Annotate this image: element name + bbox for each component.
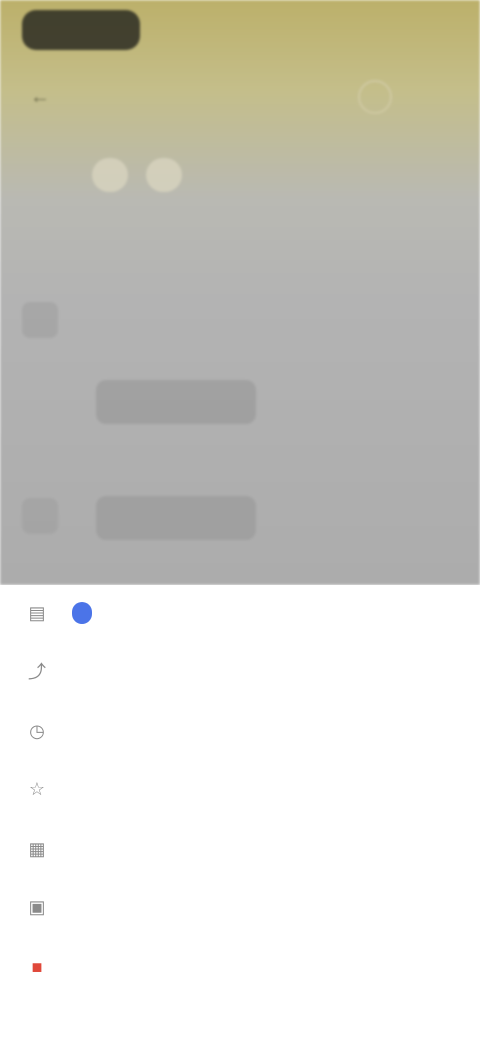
menu-item-delete[interactable]: ■ — [0, 943, 480, 991]
filter-chip[interactable] — [92, 158, 128, 192]
list-item[interactable] — [0, 380, 480, 424]
back-arrow-icon[interactable]: ← — [30, 86, 56, 108]
search-icon[interactable] — [358, 80, 392, 114]
status-pill — [22, 10, 140, 50]
menu-item-history[interactable]: ◷ — [0, 707, 480, 755]
star-icon: ☆ — [28, 778, 46, 799]
filter-chip[interactable] — [146, 158, 182, 192]
pin-icon: ⤴ — [28, 662, 46, 682]
folder-icon: ▣ — [28, 896, 46, 917]
bottom-sheet: ▤ ⤴ ◷ ☆ ▦ ▣ ■ — [0, 585, 480, 1040]
filter-chips — [92, 158, 440, 192]
trash-icon: ■ — [31, 956, 43, 977]
menu-item-details[interactable]: ▤ — [0, 589, 480, 637]
clock-icon: ◷ — [29, 720, 45, 741]
background-screen: ← — [0, 0, 480, 585]
list-item[interactable] — [0, 300, 480, 340]
avatar — [22, 498, 58, 534]
menu-item-folder[interactable]: ▣ — [0, 883, 480, 931]
menu-item-favorite[interactable]: ☆ — [0, 765, 480, 813]
list-item[interactable] — [0, 496, 480, 540]
menu-label-wrap — [62, 602, 92, 624]
menu-item-pin[interactable]: ⤴ — [0, 647, 480, 695]
avatar — [22, 302, 58, 338]
image-icon: ▦ — [28, 838, 46, 859]
message-bubble — [96, 496, 256, 540]
doc-icon: ▤ — [28, 602, 46, 623]
new-badge — [72, 602, 92, 624]
message-bubble — [96, 380, 256, 424]
menu-item-media[interactable]: ▦ — [0, 825, 480, 873]
